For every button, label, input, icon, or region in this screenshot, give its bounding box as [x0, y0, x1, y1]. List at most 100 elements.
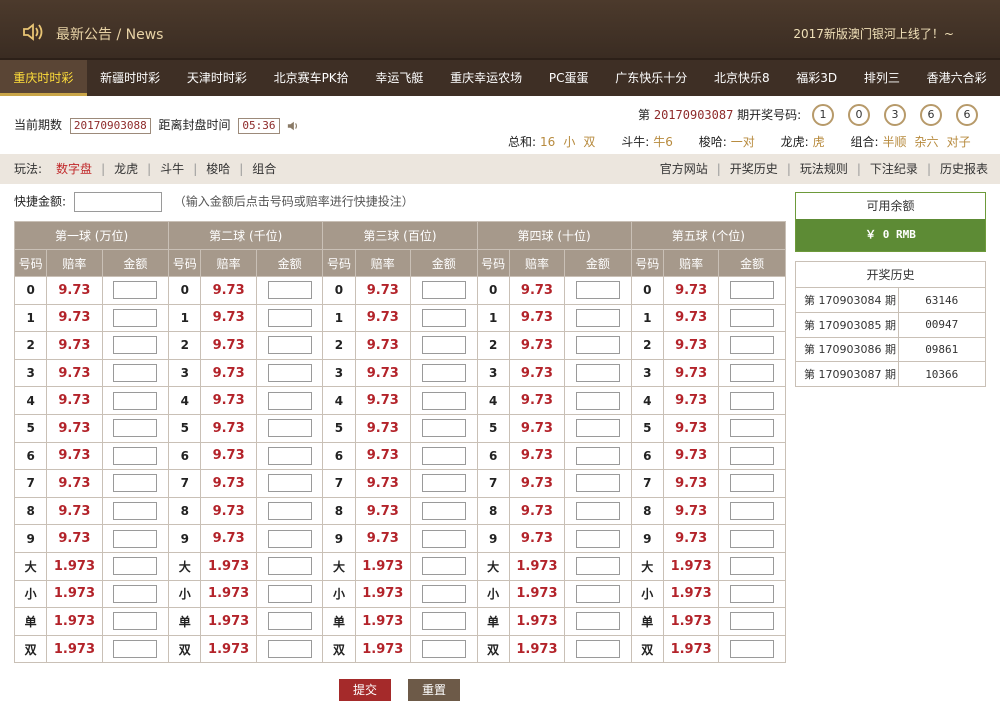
bet-amount-input[interactable] [267, 612, 312, 631]
bet-amount-input[interactable] [421, 391, 466, 410]
bet-odds[interactable]: 9.73 [200, 358, 257, 388]
tab-5[interactable]: 重庆幸运农场 [437, 60, 536, 96]
bet-amount-input[interactable] [267, 640, 312, 659]
bet-number[interactable]: 9 [168, 524, 202, 553]
bet-amount-input[interactable] [730, 364, 775, 383]
bet-odds[interactable]: 1.973 [354, 607, 411, 636]
bet-amount-input[interactable] [421, 640, 466, 659]
bet-odds[interactable]: 9.73 [662, 469, 720, 498]
bet-amount-input[interactable] [575, 502, 620, 521]
bet-number[interactable]: 2 [168, 331, 202, 360]
bet-odds[interactable]: 9.73 [46, 441, 103, 471]
bet-number[interactable]: 双 [168, 634, 202, 664]
bet-number[interactable]: 双 [630, 634, 664, 664]
tab-6[interactable]: PC蛋蛋 [536, 60, 602, 96]
bet-odds[interactable]: 9.73 [354, 386, 411, 415]
bet-odds[interactable]: 9.73 [354, 524, 411, 553]
bet-number[interactable]: 0 [476, 276, 510, 305]
bet-odds[interactable]: 1.973 [200, 634, 257, 664]
bet-odds[interactable]: 9.73 [46, 496, 103, 526]
bet-odds[interactable]: 9.73 [200, 276, 257, 305]
bet-amount-input[interactable] [575, 557, 620, 576]
bet-odds[interactable]: 9.73 [662, 331, 720, 360]
bet-number[interactable]: 小 [168, 579, 202, 609]
bet-odds[interactable]: 1.973 [46, 551, 103, 581]
bet-number[interactable]: 7 [13, 469, 48, 498]
bet-number[interactable]: 9 [322, 524, 356, 553]
bet-number[interactable]: 单 [13, 607, 48, 636]
bet-amount-input[interactable] [575, 336, 620, 355]
play-mode-1[interactable]: 龙虎 [114, 162, 138, 176]
bet-odds[interactable]: 1.973 [662, 607, 720, 636]
bet-amount-input[interactable] [575, 419, 620, 438]
bet-odds[interactable]: 9.73 [508, 276, 566, 305]
bet-amount-input[interactable] [730, 529, 775, 548]
bet-amount-input[interactable] [730, 419, 775, 438]
bet-number[interactable]: 小 [630, 579, 664, 609]
bet-odds[interactable]: 9.73 [46, 524, 103, 553]
reset-button[interactable]: 重置 [408, 679, 460, 701]
bet-number[interactable]: 5 [630, 413, 664, 443]
bet-amount-input[interactable] [730, 391, 775, 410]
tab-8[interactable]: 北京快乐8 [701, 60, 783, 96]
bet-amount-input[interactable] [113, 419, 158, 438]
bet-number[interactable]: 0 [13, 276, 48, 305]
bet-amount-input[interactable] [113, 640, 158, 659]
tab-2[interactable]: 天津时时彩 [173, 60, 260, 96]
bet-number[interactable]: 1 [322, 303, 356, 333]
bet-number[interactable]: 3 [13, 358, 48, 388]
bet-number[interactable]: 1 [630, 303, 664, 333]
bet-odds[interactable]: 1.973 [46, 634, 103, 664]
bet-number[interactable]: 2 [13, 331, 48, 360]
bet-number[interactable]: 3 [476, 358, 510, 388]
bet-odds[interactable]: 9.73 [200, 496, 257, 526]
bet-odds[interactable]: 9.73 [46, 276, 103, 305]
bet-number[interactable]: 大 [322, 551, 356, 581]
bet-number[interactable]: 0 [168, 276, 202, 305]
bet-odds[interactable]: 9.73 [46, 413, 103, 443]
bet-odds[interactable]: 9.73 [662, 303, 720, 333]
bet-odds[interactable]: 1.973 [200, 607, 257, 636]
bet-number[interactable]: 8 [476, 496, 510, 526]
bet-number[interactable]: 2 [630, 331, 664, 360]
bet-number[interactable]: 1 [13, 303, 48, 333]
bet-amount-input[interactable] [421, 364, 466, 383]
bet-amount-input[interactable] [113, 529, 158, 548]
bet-number[interactable]: 4 [13, 386, 48, 415]
bet-odds[interactable]: 9.73 [508, 496, 566, 526]
bet-odds[interactable]: 1.973 [508, 551, 566, 581]
bet-odds[interactable]: 9.73 [508, 469, 566, 498]
bet-amount-input[interactable] [267, 308, 312, 327]
bet-odds[interactable]: 1.973 [662, 551, 720, 581]
bet-odds[interactable]: 9.73 [46, 386, 103, 415]
bet-number[interactable]: 6 [476, 441, 510, 471]
bet-odds[interactable]: 9.73 [200, 524, 257, 553]
tab-7[interactable]: 广东快乐十分 [602, 60, 701, 96]
bet-odds[interactable]: 9.73 [200, 331, 257, 360]
top-link-1[interactable]: 开奖历史 [730, 162, 778, 176]
bet-odds[interactable]: 9.73 [662, 524, 720, 553]
play-mode-4[interactable]: 组合 [252, 162, 276, 176]
bet-amount-input[interactable] [113, 281, 158, 300]
bet-number[interactable]: 5 [476, 413, 510, 443]
bet-odds[interactable]: 9.73 [508, 524, 566, 553]
bet-number[interactable]: 大 [168, 551, 202, 581]
bet-odds[interactable]: 1.973 [200, 551, 257, 581]
bet-number[interactable]: 6 [168, 441, 202, 471]
bet-number[interactable]: 1 [476, 303, 510, 333]
tab-9[interactable]: 福彩3D [783, 60, 851, 96]
bet-odds[interactable]: 1.973 [354, 579, 411, 609]
bet-amount-input[interactable] [575, 584, 620, 603]
bet-odds[interactable]: 1.973 [354, 551, 411, 581]
bet-number[interactable]: 双 [13, 634, 48, 664]
bet-number[interactable]: 4 [630, 386, 664, 415]
bet-odds[interactable]: 1.973 [200, 579, 257, 609]
bet-odds[interactable]: 1.973 [662, 579, 720, 609]
play-mode-0[interactable]: 数字盘 [56, 162, 92, 176]
bet-amount-input[interactable] [267, 529, 312, 548]
bet-amount-input[interactable] [267, 281, 312, 300]
bet-number[interactable]: 2 [476, 331, 510, 360]
play-mode-2[interactable]: 斗牛 [160, 162, 184, 176]
bet-odds[interactable]: 1.973 [508, 579, 566, 609]
bet-odds[interactable]: 9.73 [354, 331, 411, 360]
